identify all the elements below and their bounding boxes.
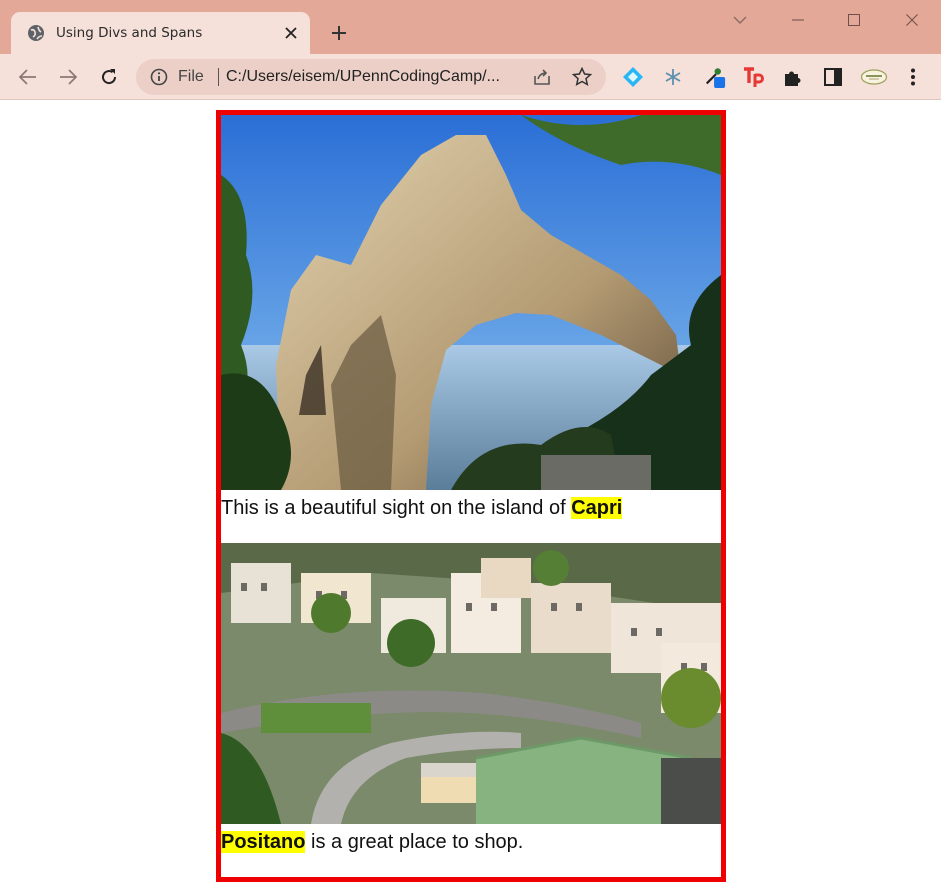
browser-tab[interactable]: Using Divs and Spans (11, 12, 310, 54)
snowflake-extension-icon (665, 69, 681, 85)
extension-tp-button[interactable] (743, 66, 765, 88)
info-icon[interactable] (150, 68, 168, 86)
minimize-icon (792, 19, 804, 21)
side-panel-button[interactable] (822, 66, 844, 88)
close-icon (906, 14, 918, 26)
browser-toolbar: File C:/Users/eisem/UPennCodingCamp/... (0, 54, 941, 100)
kebab-menu-icon (911, 68, 915, 86)
extension-geogebra-button[interactable] (860, 66, 888, 88)
close-icon (285, 27, 297, 39)
address-bar[interactable]: File C:/Users/eisem/UPennCodingCamp/... (136, 59, 606, 95)
diamond-extension-icon (623, 67, 643, 87)
forward-button[interactable] (54, 63, 82, 91)
tp-extension-icon (744, 67, 764, 87)
new-tab-button[interactable] (326, 20, 352, 46)
puzzle-icon (785, 71, 801, 86)
maximize-button[interactable] (840, 6, 868, 34)
capri-highlight: Capri (571, 497, 623, 519)
address-scheme-label: File (178, 68, 204, 85)
star-icon[interactable] (572, 67, 592, 87)
capri-arch-image (221, 115, 721, 490)
tab-title: Using Divs and Spans (56, 25, 203, 41)
close-window-button[interactable] (898, 6, 926, 34)
back-button[interactable] (14, 63, 42, 91)
share-icon[interactable] (532, 67, 552, 87)
geogebra-extension-icon (860, 69, 888, 85)
maximize-icon (848, 14, 860, 26)
extension-diamond-button[interactable] (622, 66, 644, 88)
caption-text: This is a beautiful sight on the island … (221, 497, 572, 519)
page-viewport: This is a beautiful sight on the island … (0, 100, 941, 896)
reload-button[interactable] (95, 63, 123, 91)
reload-icon (102, 69, 117, 85)
chevron-down-icon (733, 16, 747, 24)
globe-icon (28, 25, 44, 41)
eyedropper-extension-icon (705, 68, 726, 88)
extensions-button[interactable] (782, 66, 804, 88)
browser-menu-button[interactable] (902, 66, 924, 88)
extension-eyedropper-button[interactable] (704, 66, 726, 88)
address-separator (218, 68, 219, 86)
red-bordered-container: This is a beautiful sight on the island … (216, 110, 726, 882)
positano-caption: Positano is a great place to shop. (221, 829, 721, 855)
side-panel-icon (824, 68, 842, 86)
close-tab-button[interactable] (280, 22, 302, 44)
browser-titlebar: Using Divs and Spans (0, 0, 941, 54)
capri-caption: This is a beautiful sight on the island … (221, 495, 721, 521)
caption-text: is a great place to shop. (305, 831, 524, 853)
positano-town-image (221, 543, 721, 824)
arrow-left-icon (19, 69, 36, 85)
plus-icon (332, 26, 346, 40)
minimize-button[interactable] (784, 6, 812, 34)
arrow-right-icon (60, 69, 77, 85)
address-url[interactable]: C:/Users/eisem/UPennCodingCamp/... (226, 68, 500, 86)
tab-search-button[interactable] (726, 6, 754, 34)
extension-snowflake-button[interactable] (662, 66, 684, 88)
positano-highlight: Positano (221, 831, 306, 853)
